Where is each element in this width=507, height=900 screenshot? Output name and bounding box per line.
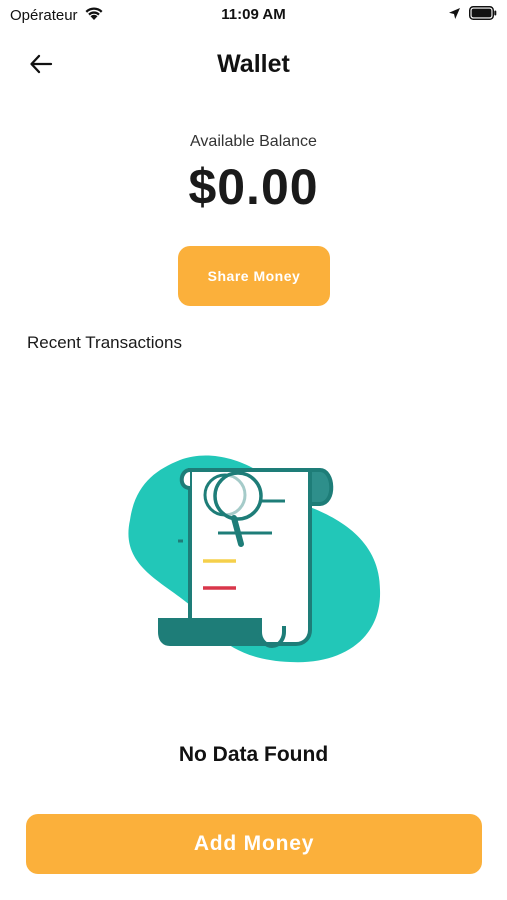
balance-label: Available Balance — [190, 133, 317, 150]
add-money-button[interactable]: Add Money — [26, 814, 482, 874]
battery-icon — [469, 6, 497, 25]
status-bar: Opérateur 11:09 AM — [0, 0, 507, 30]
status-right-group — [448, 6, 497, 25]
wallet-screen: Opérateur 11:09 AM Wallet Available Bala… — [0, 0, 507, 900]
page-title: Wallet — [217, 50, 290, 78]
recent-transactions-title: Recent Transactions — [27, 333, 182, 352]
receipt-magnifier-illustration — [120, 440, 390, 670]
balance-amount: $0.00 — [188, 159, 319, 215]
location-arrow-icon — [448, 7, 461, 25]
status-time: 11:09 AM — [221, 6, 286, 23]
empty-state-text: No Data Found — [178, 743, 329, 766]
nav-header: Wallet — [0, 46, 507, 86]
share-money-button[interactable]: Share Money — [178, 246, 330, 306]
